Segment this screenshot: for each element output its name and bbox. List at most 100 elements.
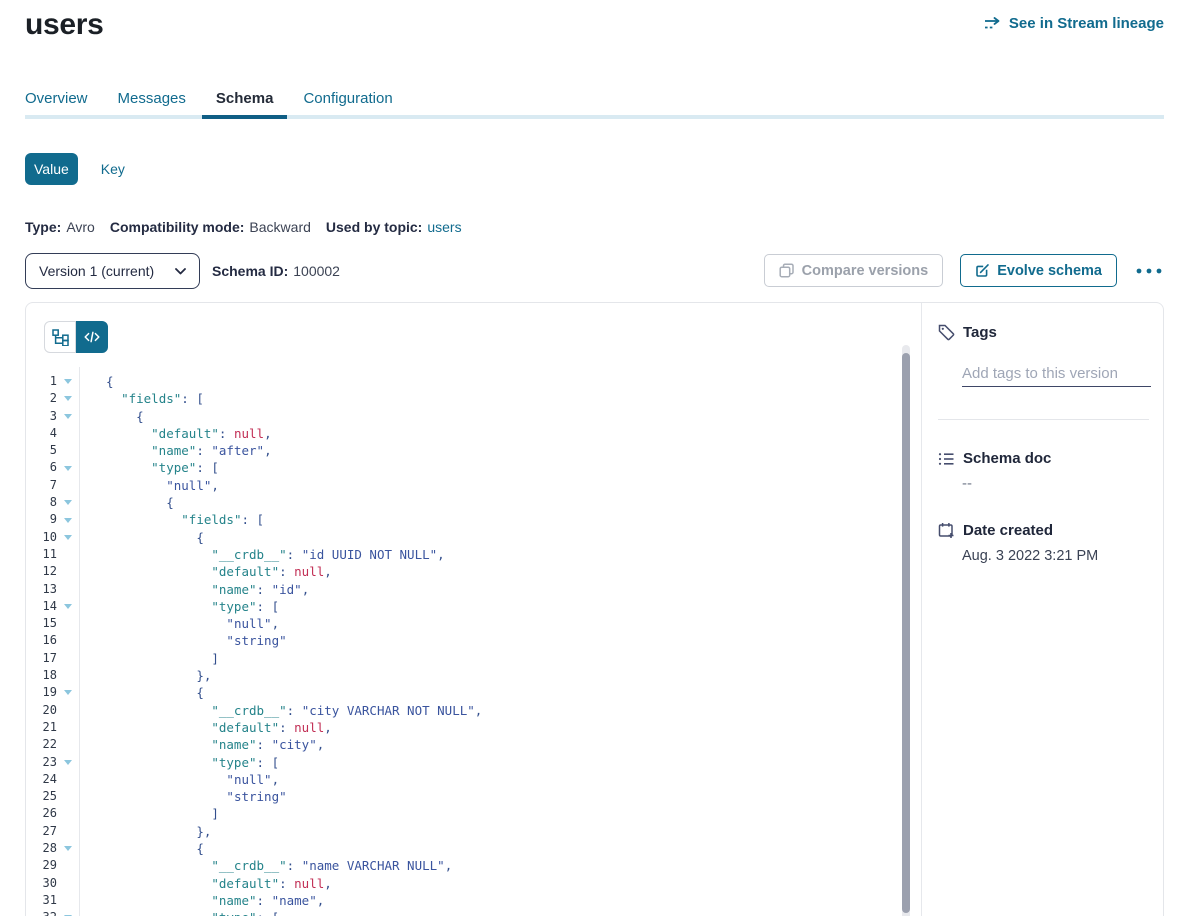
tab-messages[interactable]: Messages bbox=[118, 90, 186, 110]
date-created-heading: Date created bbox=[963, 522, 1053, 539]
tab-key[interactable]: Key bbox=[92, 153, 134, 185]
code-view-button[interactable] bbox=[76, 321, 108, 353]
tags-input[interactable] bbox=[962, 361, 1151, 387]
code-scrollbar[interactable] bbox=[902, 345, 910, 916]
fold-toggle-icon[interactable] bbox=[64, 535, 72, 540]
code-scrollbar-thumb[interactable] bbox=[902, 353, 910, 913]
schema-page: users See in Stream lineage Overview Mess… bbox=[0, 0, 1189, 916]
code-line: 8 { bbox=[26, 494, 903, 511]
compare-versions-button[interactable]: Compare versions bbox=[764, 254, 944, 287]
code-text: "__crdb__": "id UUID NOT NULL", bbox=[79, 546, 445, 563]
header-actions: Compare versions Evolve schema bbox=[764, 254, 1164, 287]
code-line: 22 "name": "city", bbox=[26, 736, 903, 753]
stream-lineage-label: See in Stream lineage bbox=[1009, 15, 1164, 32]
code-line: 18 }, bbox=[26, 667, 903, 684]
code-text: "type": [ bbox=[79, 909, 279, 916]
meta-compatibility-value: Backward bbox=[249, 219, 310, 235]
code-text: "string" bbox=[79, 632, 287, 649]
code-line: 12 "default": null, bbox=[26, 563, 903, 580]
topic-link[interactable]: users bbox=[427, 219, 461, 235]
line-number: 7 bbox=[26, 477, 57, 494]
line-number: 19 bbox=[26, 684, 57, 701]
fold-slot bbox=[57, 518, 79, 523]
tab-bar: Overview Messages Schema Configuration bbox=[25, 90, 393, 110]
code-line: 16 "string" bbox=[26, 632, 903, 649]
fold-toggle-icon[interactable] bbox=[64, 518, 72, 523]
code-line: 14 "type": [ bbox=[26, 598, 903, 615]
tab-schema[interactable]: Schema bbox=[216, 90, 274, 110]
line-number: 18 bbox=[26, 667, 57, 684]
line-number: 15 bbox=[26, 615, 57, 632]
code-text: "name": "city", bbox=[79, 736, 324, 753]
code-text: { bbox=[79, 494, 174, 511]
line-number: 10 bbox=[26, 529, 57, 546]
meta-compatibility: Compatibility mode: Backward bbox=[110, 219, 311, 235]
code-text: "default": null, bbox=[79, 425, 272, 442]
code-line: 9 "fields": [ bbox=[26, 511, 903, 528]
compare-versions-label: Compare versions bbox=[802, 263, 929, 279]
code-text: "name": "after", bbox=[79, 442, 272, 459]
code-line: 4 "default": null, bbox=[26, 425, 903, 442]
tab-value[interactable]: Value bbox=[25, 153, 78, 185]
line-number: 5 bbox=[26, 442, 57, 459]
version-select-value: Version 1 (current) bbox=[39, 263, 154, 279]
line-number: 8 bbox=[26, 494, 57, 511]
calendar-icon bbox=[938, 522, 955, 539]
fold-toggle-icon[interactable] bbox=[64, 604, 72, 609]
code-text: "default": null, bbox=[79, 719, 332, 736]
value-key-toggle: Value Key bbox=[25, 153, 134, 185]
line-number: 24 bbox=[26, 771, 57, 788]
fold-slot bbox=[57, 760, 79, 765]
fold-toggle-icon[interactable] bbox=[64, 500, 72, 505]
fold-slot bbox=[57, 500, 79, 505]
code-text: ] bbox=[79, 805, 219, 822]
line-number: 6 bbox=[26, 459, 57, 476]
fold-toggle-icon[interactable] bbox=[64, 396, 72, 401]
code-line: 29 "__crdb__": "name VARCHAR NULL", bbox=[26, 857, 903, 874]
fold-toggle-icon[interactable] bbox=[64, 379, 72, 384]
evolve-schema-icon bbox=[975, 263, 990, 278]
code-line: 26 ] bbox=[26, 805, 903, 822]
code-text: "name": "name", bbox=[79, 892, 324, 909]
evolve-schema-label: Evolve schema bbox=[997, 263, 1102, 279]
code-text: { bbox=[79, 529, 204, 546]
tab-configuration[interactable]: Configuration bbox=[303, 90, 392, 110]
fold-slot bbox=[57, 846, 79, 851]
line-number: 27 bbox=[26, 823, 57, 840]
more-options-button[interactable] bbox=[1134, 266, 1164, 276]
fold-slot bbox=[57, 535, 79, 540]
fold-slot bbox=[57, 396, 79, 401]
line-number: 17 bbox=[26, 650, 57, 667]
tree-view-button[interactable] bbox=[44, 321, 76, 353]
evolve-schema-button[interactable]: Evolve schema bbox=[960, 254, 1117, 287]
fold-toggle-icon[interactable] bbox=[64, 846, 72, 851]
fold-toggle-icon[interactable] bbox=[64, 466, 72, 471]
date-created-value: Aug. 3 2022 3:21 PM bbox=[962, 548, 1098, 564]
stream-lineage-link[interactable]: See in Stream lineage bbox=[984, 15, 1164, 32]
code-line: 13 "name": "id", bbox=[26, 581, 903, 598]
fold-toggle-icon[interactable] bbox=[64, 690, 72, 695]
code-line: 27 }, bbox=[26, 823, 903, 840]
code-line: 17 ] bbox=[26, 650, 903, 667]
line-number: 14 bbox=[26, 598, 57, 615]
code-line: 24 "null", bbox=[26, 771, 903, 788]
chevron-down-icon bbox=[175, 268, 186, 275]
code-text: }, bbox=[79, 823, 211, 840]
fold-toggle-icon[interactable] bbox=[64, 760, 72, 765]
schema-code-editor: 1{2 "fields": [3 {4 "default": null,5 "n… bbox=[26, 373, 903, 916]
code-line: 15 "null", bbox=[26, 615, 903, 632]
line-number: 3 bbox=[26, 408, 57, 425]
code-text: { bbox=[79, 840, 204, 857]
line-number: 22 bbox=[26, 736, 57, 753]
code-line: 30 "default": null, bbox=[26, 875, 903, 892]
code-line: 11 "__crdb__": "id UUID NOT NULL", bbox=[26, 546, 903, 563]
schema-doc-value: -- bbox=[962, 475, 972, 492]
fold-slot bbox=[57, 414, 79, 419]
code-line: 31 "name": "name", bbox=[26, 892, 903, 909]
version-select[interactable]: Version 1 (current) bbox=[25, 253, 200, 289]
tab-track-line bbox=[25, 115, 1164, 119]
code-text: "default": null, bbox=[79, 563, 332, 580]
meta-type-label: Type: bbox=[25, 219, 61, 235]
tab-overview[interactable]: Overview bbox=[25, 90, 88, 110]
fold-toggle-icon[interactable] bbox=[64, 414, 72, 419]
